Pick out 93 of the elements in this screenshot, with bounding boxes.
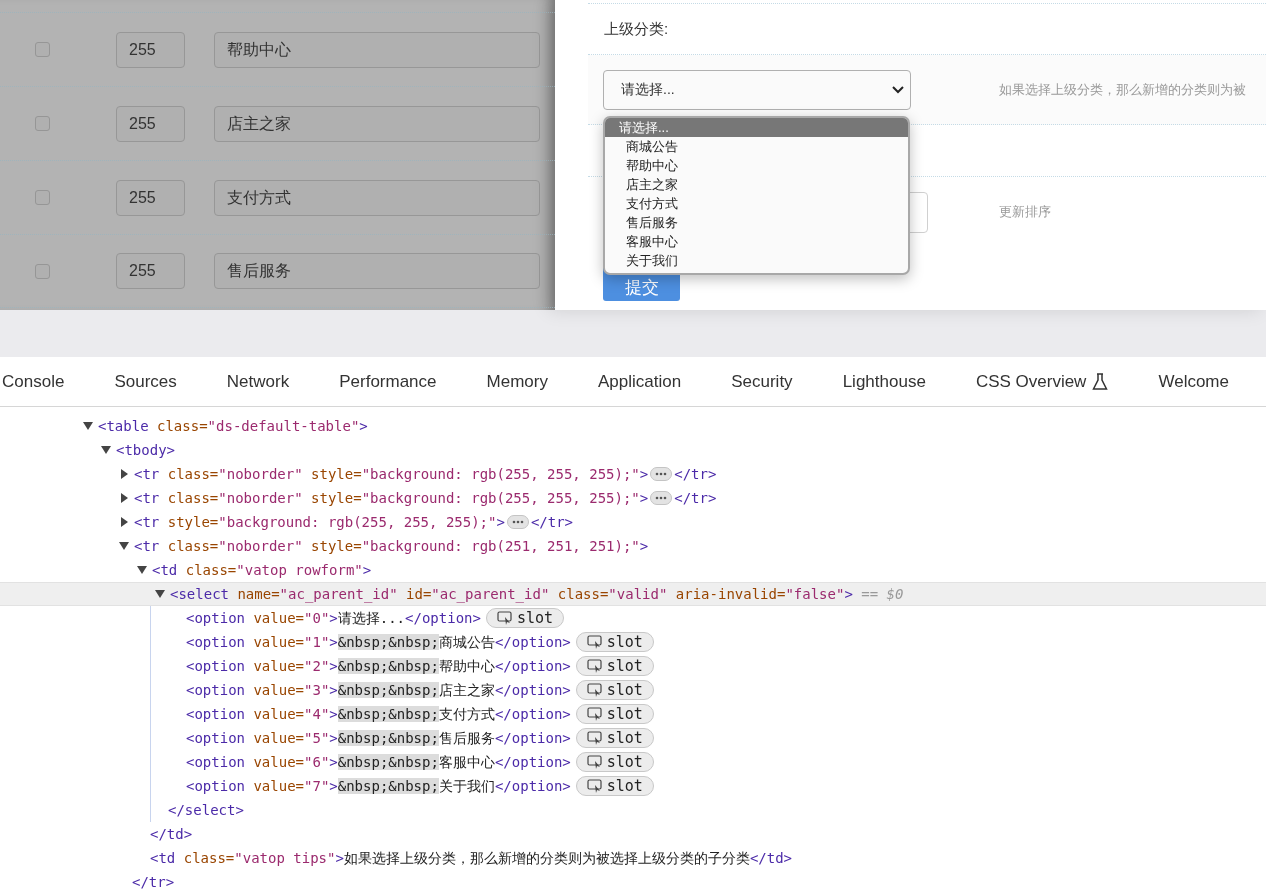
reveal-icon <box>586 683 603 697</box>
name-input[interactable]: 支付方式 <box>214 179 540 216</box>
hint-text: 更新排序 <box>999 203 1051 222</box>
devtools-tab[interactable]: Memory <box>486 368 548 395</box>
devtools-tab[interactable]: CSS Overview <box>975 368 1109 395</box>
dom-node-row[interactable]: <option value="6">&nbsp;&nbsp;客服中心</option> slot <box>0 750 1266 774</box>
devtools-tab[interactable]: Performance <box>339 368 437 395</box>
dom-node-row[interactable]: <td class="vatop rowform"> <box>0 558 1266 582</box>
reveal-icon <box>586 635 603 649</box>
dom-node-row[interactable]: <tr class="noborder" style="background: rgb(251, 251, 251);"> <box>0 534 1266 558</box>
field-label: 上级分类: <box>604 18 669 39</box>
devtools-tab[interactable]: Security <box>731 368 793 395</box>
chevron-down-icon <box>892 85 904 94</box>
sort-input[interactable]: 255 <box>116 31 185 68</box>
checkbox[interactable] <box>35 263 50 279</box>
dom-node-row[interactable]: <td class="vatop tips">如果选择上级分类，那么新增的分类则为被选择上级分类的子分类</td> <box>0 846 1266 870</box>
code-text: <option value="2">&nbsp;&nbsp;帮助中心</option> <box>186 656 571 676</box>
code-text: </select> <box>168 800 244 820</box>
devtools-tab[interactable]: Sources <box>114 368 177 395</box>
dom-node-row[interactable]: <option value="7">&nbsp;&nbsp;关于我们</option> slot <box>0 774 1266 798</box>
devtools-tab[interactable]: Lighthouse <box>842 368 926 395</box>
dom-node-row[interactable]: <option value="0">请选择...</option> slot <box>0 606 1266 630</box>
code-text: <tr class="noborder" style="background: rgb(255, 255, 255);"> <box>134 464 649 484</box>
slot-badge[interactable]: slot <box>485 608 565 628</box>
checkbox[interactable] <box>35 190 50 205</box>
code-text: <option value="1">&nbsp;&nbsp;商城公告</option> <box>186 632 571 652</box>
name-input[interactable]: 售后服务 <box>214 253 540 289</box>
reveal-icon <box>586 707 603 721</box>
reveal-icon <box>496 611 513 625</box>
devtools-tab[interactable]: Welcome <box>1158 368 1229 395</box>
code-text: <tbody> <box>116 440 175 460</box>
sort-input[interactable]: 255 <box>116 253 185 289</box>
code-text: <td class="vatop rowform"> <box>152 560 372 580</box>
dropdown-option[interactable]: 请选择... <box>605 118 908 137</box>
reveal-icon <box>586 659 603 673</box>
code-text: </tr> <box>132 872 175 892</box>
dropdown-option[interactable]: 支付方式 <box>605 194 908 213</box>
name-input[interactable]: 店主之家 <box>214 105 540 142</box>
dropdown-option[interactable]: 售后服务 <box>605 213 908 232</box>
checkbox[interactable] <box>35 116 50 131</box>
hint-text: 如果选择上级分类，那么新增的分类则为被 <box>999 80 1246 99</box>
slot-badge[interactable]: slot <box>575 704 654 724</box>
code-text: <option value="5">&nbsp;&nbsp;售后服务</option> <box>186 728 571 748</box>
checkbox[interactable] <box>35 42 50 57</box>
code-text: <td class="vatop tips">如果选择上级分类，那么新增的分类则为被选择上级分类的子分类</td> <box>150 848 793 868</box>
slot-badge[interactable]: slot <box>575 680 654 700</box>
slot-badge[interactable]: slot <box>575 752 654 772</box>
dom-node-row[interactable]: <option value="2">&nbsp;&nbsp;帮助中心</option> slot <box>0 654 1266 678</box>
code-text: </tr> <box>530 512 574 532</box>
code-text: <option value="7">&nbsp;&nbsp;关于我们</option> <box>186 776 571 796</box>
dom-node-row[interactable]: <option value="5">&nbsp;&nbsp;售后服务</option> slot <box>0 726 1266 750</box>
dom-node-row[interactable]: <tbody> <box>0 438 1266 462</box>
code-text: <option value="3">&nbsp;&nbsp;店主之家</option> <box>186 680 571 700</box>
code-text: <tr class="noborder" style="background: rgb(251, 251, 251);"> <box>134 536 649 556</box>
dropdown-option[interactable]: 客服中心 <box>605 232 908 251</box>
name-input[interactable]: 帮助中心 <box>214 31 540 68</box>
code-text: <tr class="noborder" style="background: rgb(255, 255, 255);"> <box>134 488 649 508</box>
dom-node-row[interactable]: <tr style="background: rgb(255, 255, 255);"> </tr> <box>0 510 1266 534</box>
dom-node-row[interactable]: <tr class="noborder" style="background: rgb(255, 255, 255);"> </tr> <box>0 462 1266 486</box>
ellipsis-icon[interactable] <box>650 491 673 505</box>
reveal-icon <box>586 731 603 745</box>
ellipsis-icon[interactable] <box>506 515 529 529</box>
slot-badge[interactable]: slot <box>575 656 654 676</box>
code-text: <option value="0">请选择...</option> <box>186 608 481 628</box>
dropdown-option[interactable]: 店主之家 <box>605 175 908 194</box>
slot-badge[interactable]: slot <box>575 728 654 748</box>
code-text: <table class="ds-default-table"> <box>98 416 368 436</box>
dom-node-row[interactable]: <option value="4">&nbsp;&nbsp;支付方式</option> slot <box>0 702 1266 726</box>
slot-badge[interactable]: slot <box>575 632 654 652</box>
devtools-tab[interactable]: Application <box>598 368 682 395</box>
reveal-icon <box>586 779 603 793</box>
parent-category-select[interactable]: 请选择... <box>603 69 911 110</box>
reveal-icon <box>586 755 603 769</box>
dropdown-option[interactable]: 帮助中心 <box>605 156 908 175</box>
code-text: <option value="6">&nbsp;&nbsp;客服中心</option> <box>186 752 571 772</box>
code-text: </td> <box>150 824 193 844</box>
code-text: <option value="4">&nbsp;&nbsp;支付方式</option> <box>186 704 571 724</box>
devtools-tab[interactable]: Console <box>2 368 65 395</box>
code-text: <tr style="background: rgb(255, 255, 255);"> <box>134 512 505 532</box>
dom-node-row[interactable]: <table class="ds-default-table"> <box>0 414 1266 438</box>
dropdown-option[interactable]: 商城公告 <box>605 137 908 156</box>
dom-node-row[interactable]: <option value="1">&nbsp;&nbsp;商城公告</option> slot <box>0 630 1266 654</box>
sort-input[interactable]: 255 <box>116 179 185 216</box>
code-text: <select name="ac_parent_id" id="ac_parent_id" class="valid" aria-invalid="false"> == $0 <box>170 584 904 605</box>
dom-node-row[interactable]: <select name="ac_parent_id" id="ac_parent_id" class="valid" aria-invalid="false"> == $0 <box>0 582 1266 606</box>
sort-input[interactable]: 255 <box>116 105 185 142</box>
ellipsis-icon[interactable] <box>650 467 673 481</box>
slot-badge[interactable]: slot <box>575 776 654 796</box>
dom-node-row[interactable]: <option value="3">&nbsp;&nbsp;店主之家</option> slot <box>0 678 1266 702</box>
dom-node-row[interactable]: <tr class="noborder" style="background: rgb(255, 255, 255);"> </tr> <box>0 486 1266 510</box>
code-text: </tr> <box>674 464 717 484</box>
devtools-tab[interactable]: Network <box>226 368 290 395</box>
code-text: </tr> <box>674 488 717 508</box>
